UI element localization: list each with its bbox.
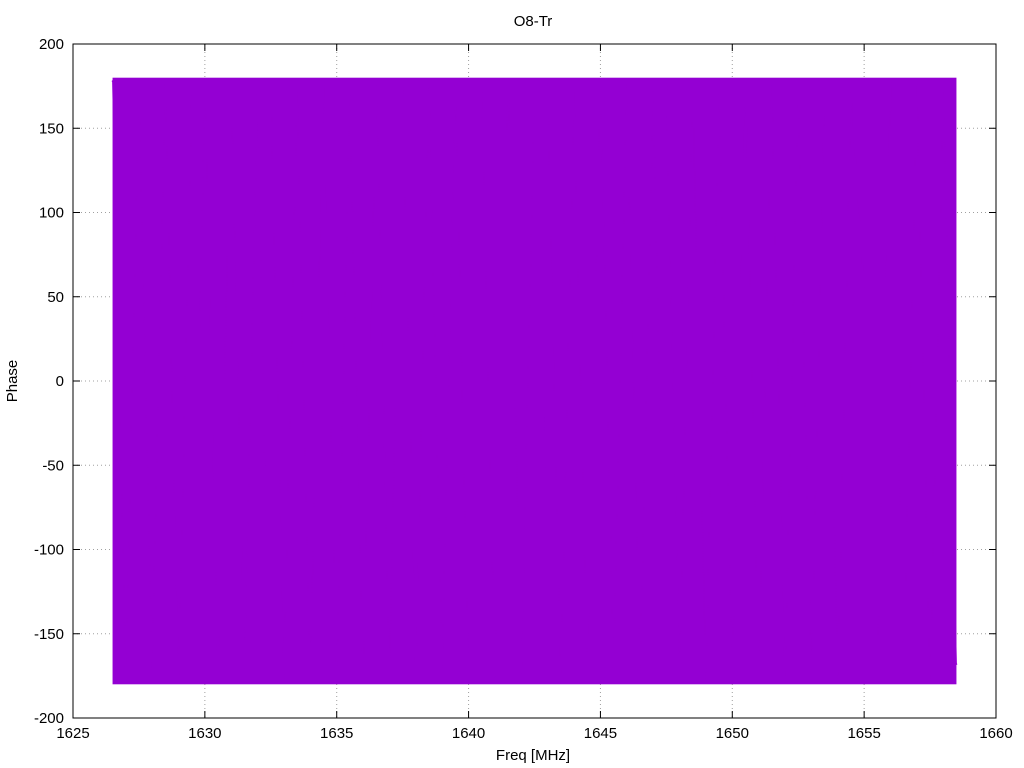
y-tick-label: -50	[42, 457, 64, 474]
data-point	[797, 93, 800, 96]
data-point	[454, 83, 457, 86]
data-point	[612, 666, 615, 669]
data-point	[744, 80, 747, 82]
data-point	[916, 83, 918, 86]
data-point	[691, 87, 694, 89]
data-point	[230, 80, 233, 82]
data-point	[190, 93, 193, 96]
data-point	[507, 80, 509, 82]
y-axis-label: Phase	[4, 360, 21, 403]
data-point	[428, 87, 430, 89]
data-point	[902, 673, 905, 675]
data-point	[335, 676, 338, 679]
data-point	[757, 670, 760, 672]
data-point	[138, 90, 140, 92]
data-point	[544, 467, 546, 470]
x-tick-label: 1635	[320, 725, 353, 742]
data-point	[665, 80, 668, 82]
data-point	[678, 676, 681, 679]
data-point	[441, 666, 444, 669]
data-point	[586, 676, 589, 679]
x-tick-label: 1625	[56, 725, 89, 742]
data-point	[243, 670, 246, 672]
data-point	[942, 90, 945, 92]
data-point	[296, 90, 298, 92]
x-tick-label: 1655	[847, 725, 880, 742]
data-point	[784, 680, 786, 682]
data-point	[494, 676, 496, 679]
data-point	[480, 90, 483, 92]
data-point	[639, 673, 641, 675]
data-point	[718, 93, 720, 96]
data-point	[520, 673, 523, 675]
x-tick-label: 1630	[188, 725, 221, 742]
x-tick-label: 1660	[979, 725, 1012, 742]
data-point	[955, 663, 958, 665]
data-point	[388, 670, 391, 672]
data-point	[415, 676, 417, 679]
data-point	[111, 80, 114, 82]
data-point	[731, 676, 734, 679]
data-point	[362, 680, 364, 682]
x-tick-label: 1650	[716, 725, 749, 742]
x-tick-label: 1645	[584, 725, 617, 742]
x-tick-label: 1640	[452, 725, 485, 742]
data-point	[599, 80, 602, 82]
data-point	[771, 83, 773, 86]
data-point	[164, 83, 167, 86]
data-point	[401, 80, 404, 82]
data-point	[198, 329, 201, 332]
y-tick-label: 100	[39, 205, 64, 222]
data-point	[660, 462, 662, 465]
data-point	[204, 83, 206, 86]
data-point	[560, 680, 562, 682]
data-point	[876, 676, 879, 679]
data-point	[309, 673, 312, 675]
data-point	[322, 80, 325, 82]
data-point	[151, 666, 153, 669]
series-layer	[111, 77, 958, 685]
data-point	[217, 675, 219, 677]
y-tick-label: 200	[39, 36, 64, 53]
data-point	[836, 680, 839, 682]
data-point	[269, 83, 272, 86]
data-point	[375, 83, 378, 86]
y-tick-label: 0	[56, 373, 64, 390]
data-point	[705, 680, 707, 682]
y-tick-label: 150	[39, 120, 64, 137]
data-point	[810, 676, 813, 679]
data-point	[626, 83, 628, 86]
y-tick-label: -100	[34, 542, 64, 559]
y-tick-label: -200	[34, 710, 64, 727]
data-point	[850, 90, 852, 92]
data-point	[349, 93, 351, 96]
data-point	[177, 680, 180, 682]
data-point	[863, 287, 865, 290]
chart-title: O8-Tr	[514, 13, 553, 30]
data-point	[823, 87, 826, 89]
data-point	[256, 93, 259, 96]
data-point	[124, 676, 127, 679]
data-point	[929, 680, 931, 682]
series-band	[112, 77, 957, 685]
data-point	[264, 509, 267, 512]
data-point	[283, 680, 285, 682]
data-point	[652, 90, 654, 92]
data-point	[473, 327, 475, 330]
y-tick-label: 50	[47, 289, 64, 306]
data-point	[467, 680, 470, 682]
x-axis-label: Freq [MHz]	[496, 747, 570, 764]
data-point	[533, 93, 536, 96]
data-point	[573, 90, 575, 92]
data-point	[889, 80, 892, 82]
y-tick-label: -150	[34, 626, 64, 643]
phase-chart: O8-Tr 1625 1630 1635 1640 1645 1650 1655 1660 -…	[4, 13, 1013, 764]
data-point	[546, 83, 549, 86]
